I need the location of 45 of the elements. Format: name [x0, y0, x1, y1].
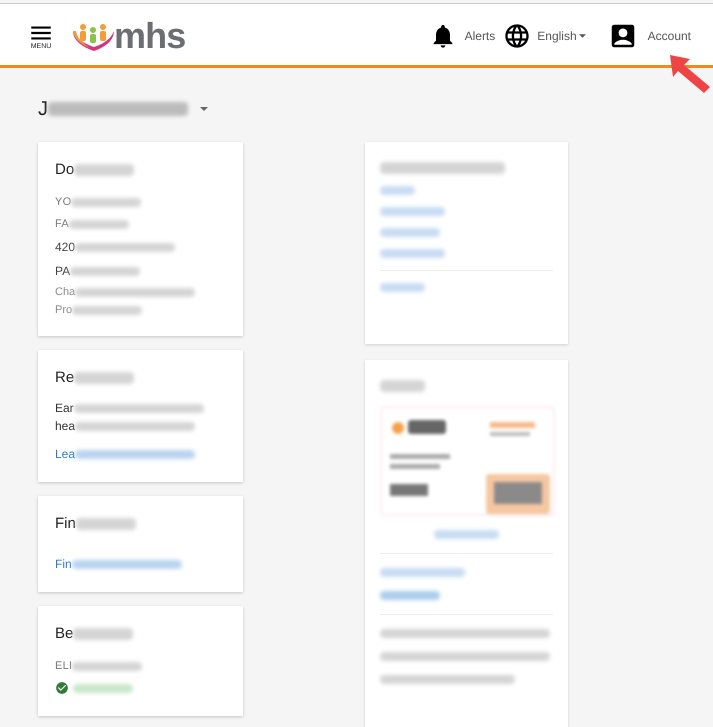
redacted-text	[73, 684, 133, 692]
redacted-text	[76, 518, 136, 530]
alerts-button[interactable]: Alerts	[428, 22, 496, 50]
redacted-text	[434, 530, 499, 539]
logo-icon	[70, 21, 116, 51]
redacted-text	[72, 662, 142, 670]
text: YO	[55, 194, 72, 210]
redacted-text	[72, 306, 142, 314]
text: Pro	[55, 302, 72, 318]
redacted-text	[380, 228, 440, 237]
card-title: Be	[55, 624, 74, 644]
redacted-text	[380, 186, 415, 195]
redacted-text	[70, 266, 140, 276]
redacted-text	[380, 591, 440, 600]
language-dropdown[interactable]: English	[503, 22, 586, 50]
text: 420	[55, 239, 76, 256]
logo[interactable]: mhs	[70, 18, 186, 54]
card-title: Re	[55, 368, 74, 388]
redacted-text	[69, 220, 129, 228]
redacted-text	[380, 380, 425, 392]
caret-icon	[200, 107, 208, 111]
logo-text: mhs	[114, 18, 186, 54]
account-button[interactable]: Account	[608, 21, 691, 51]
globe-icon	[503, 22, 532, 50]
redacted-text	[74, 164, 134, 176]
text: hea	[55, 418, 76, 435]
caret-icon	[578, 34, 586, 38]
text: Ear	[55, 400, 74, 417]
redacted-text	[380, 283, 425, 292]
card-title: Do	[55, 160, 74, 180]
redacted-text	[74, 372, 134, 384]
member-name-dropdown[interactable]: J	[38, 94, 208, 124]
check-icon	[55, 681, 69, 695]
link[interactable]: Lea	[55, 445, 76, 463]
redacted-text	[380, 249, 445, 258]
text: Cha	[55, 284, 76, 300]
link[interactable]: Fin	[55, 555, 72, 573]
text: PA	[55, 263, 70, 280]
pointer-arrow	[668, 53, 713, 95]
redacted-text	[73, 628, 134, 640]
redacted-text	[380, 207, 445, 216]
text: FA	[55, 216, 69, 232]
redacted-text	[71, 198, 142, 206]
text: ELI	[55, 658, 72, 674]
card-title: Fin	[55, 514, 76, 534]
